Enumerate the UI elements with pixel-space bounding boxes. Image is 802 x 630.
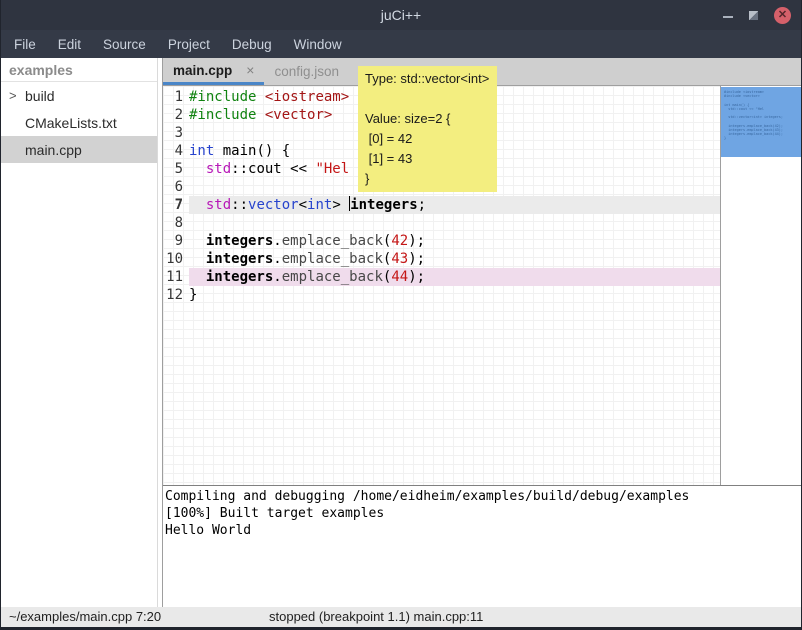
code-line[interactable]: 12} <box>163 286 720 304</box>
debug-value-tooltip: Type: std::vector<int> Value: size=2 { [… <box>358 66 497 192</box>
status-debug-state: stopped (breakpoint 1.1) main.cpp:11 <box>269 609 483 624</box>
line-number[interactable]: 5 <box>163 160 189 178</box>
line-number[interactable]: 8 <box>163 214 189 232</box>
code-line-text: } <box>189 286 720 304</box>
code-line-text: integers.emplace_back(44); <box>189 268 720 286</box>
minimize-icon[interactable] <box>723 16 733 18</box>
code-line-text: integers.emplace_back(43); <box>189 250 720 268</box>
line-number[interactable]: 2 <box>163 106 189 124</box>
line-number[interactable]: 6 <box>163 178 189 196</box>
menu-item-debug[interactable]: Debug <box>221 32 283 57</box>
menu-item-project[interactable]: Project <box>157 32 221 57</box>
tab-label: main.cpp <box>173 63 232 78</box>
menu-item-window[interactable]: Window <box>283 32 353 57</box>
code-line[interactable]: 7 std::vector<int> integers; <box>163 196 720 214</box>
tooltip-line: Value: size=2 { <box>365 109 489 129</box>
close-icon[interactable]: ✕ <box>774 7 791 24</box>
file-tree: >build CMakeLists.txt main.cpp <box>1 82 157 163</box>
tree-item-label: main.cpp <box>25 142 82 158</box>
line-number[interactable]: 9 <box>163 232 189 250</box>
line-number[interactable]: 4 <box>163 142 189 160</box>
window-controls: ✕ <box>723 0 791 30</box>
code-line-text: std::vector<int> integers; <box>189 196 720 214</box>
line-number[interactable]: 11 <box>163 268 189 286</box>
code-line[interactable]: 11 integers.emplace_back(44); <box>163 268 720 286</box>
project-name-header: examples <box>1 58 157 82</box>
tooltip-line: } <box>365 169 489 189</box>
line-number[interactable]: 10 <box>163 250 189 268</box>
code-line[interactable]: 9 integers.emplace_back(42); <box>163 232 720 250</box>
output-panel: Compiling and debugging /home/eidheim/ex… <box>163 485 801 607</box>
output-line: Hello World <box>165 522 801 539</box>
menu-item-edit[interactable]: Edit <box>47 32 92 57</box>
menu-item-source[interactable]: Source <box>92 32 157 57</box>
code-line[interactable]: 8 <box>163 214 720 232</box>
tooltip-line: Type: std::vector<int> <box>365 69 489 89</box>
menu-item-file[interactable]: File <box>3 32 47 57</box>
line-number[interactable]: 7 <box>163 196 189 214</box>
tree-item-label: CMakeLists.txt <box>25 115 117 131</box>
tree-item-label: build <box>25 88 55 104</box>
output-line: [100%] Built target examples <box>165 505 801 522</box>
tree-item-build[interactable]: >build <box>1 82 157 109</box>
app-window: juCi++ ✕ FileEditSourceProjectDebugWindo… <box>0 0 802 630</box>
output-line: Compiling and debugging /home/eidheim/ex… <box>165 488 801 505</box>
tab-main.cpp[interactable]: main.cpp × <box>163 58 264 85</box>
status-file-position: ~/examples/main.cpp 7:20 <box>9 609 161 624</box>
tooltip-line <box>365 89 489 109</box>
code-line-text: integers.emplace_back(42); <box>189 232 720 250</box>
file-tree-panel: examples >build CMakeLists.txt main.cpp <box>1 58 158 607</box>
line-number[interactable]: 1 <box>163 88 189 106</box>
restore-icon[interactable] <box>749 11 758 20</box>
tooltip-line: [1] = 43 <box>365 149 489 169</box>
tab-config.json[interactable]: config.json <box>264 58 349 85</box>
line-number[interactable]: 12 <box>163 286 189 304</box>
window-title: juCi++ <box>1 7 801 23</box>
tree-item-cmakelists.txt[interactable]: CMakeLists.txt <box>1 109 157 136</box>
code-line-text <box>189 214 720 232</box>
expander-icon[interactable]: > <box>9 88 25 103</box>
line-number[interactable]: 3 <box>163 124 189 142</box>
menubar: FileEditSourceProjectDebugWindow <box>1 30 801 58</box>
tab-close-icon[interactable]: × <box>246 62 254 78</box>
minimap-code: #include <iostream> #include <vector> in… <box>721 87 801 140</box>
titlebar: juCi++ ✕ <box>1 0 801 30</box>
statusbar: ~/examples/main.cpp 7:20 stopped (breakp… <box>1 607 801 627</box>
minimap[interactable]: #include <iostream> #include <vector> in… <box>720 86 801 485</box>
tab-label: config.json <box>274 64 339 79</box>
minimap-viewport[interactable]: #include <iostream> #include <vector> in… <box>721 87 801 157</box>
tree-item-main.cpp[interactable]: main.cpp <box>1 136 157 163</box>
tooltip-line: [0] = 42 <box>365 129 489 149</box>
code-line[interactable]: 10 integers.emplace_back(43); <box>163 250 720 268</box>
